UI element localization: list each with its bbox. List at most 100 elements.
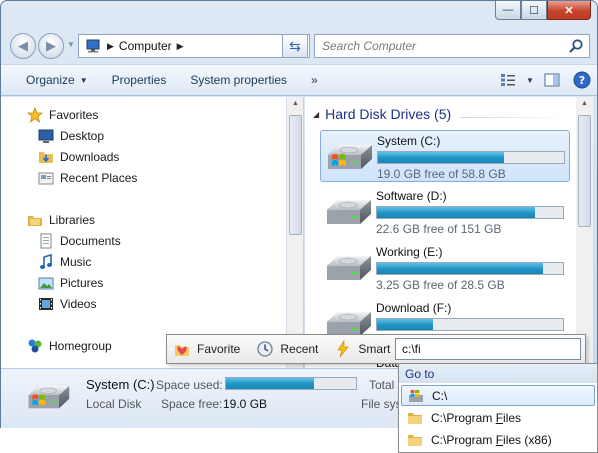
search-placeholder: Search Computer xyxy=(322,39,417,53)
sidebar-item-pictures[interactable]: Pictures xyxy=(38,273,103,293)
recent-pages-dropdown[interactable]: ▼ xyxy=(67,40,75,49)
drive-tile-system-c[interactable]: System (C:) 19.0 GB free of 58.8 GB xyxy=(320,130,570,182)
organize-menu[interactable]: Organize ▼ xyxy=(1,68,100,92)
sidebar-item-libraries[interactable]: Libraries xyxy=(27,210,95,230)
address-bar[interactable]: ▶ Computer ▶ ▼ xyxy=(78,34,310,58)
group-divider xyxy=(460,117,570,118)
drive-name: Download (F:) xyxy=(376,301,452,315)
sidebar-label-homegroup: Homegroup xyxy=(49,339,112,353)
scroll-up-icon[interactable]: ▲ xyxy=(581,100,588,107)
drive-usage-bar xyxy=(376,318,564,331)
sidebar-label-music: Music xyxy=(60,255,92,269)
goto-item-suffix: iles (x86) xyxy=(503,432,552,447)
lightning-icon xyxy=(337,340,350,358)
drive-free-space: 19.0 GB free of 58.8 GB xyxy=(377,167,506,181)
details-space-free-label: Space free: xyxy=(161,397,223,411)
forward-arrow-icon: ▶ xyxy=(46,38,56,53)
breadcrumb-separator-icon[interactable]: ▶ xyxy=(107,41,114,52)
view-options-dropdown[interactable]: ▼ xyxy=(523,69,537,91)
heart-folder-icon xyxy=(175,345,189,356)
search-input[interactable]: Search Computer xyxy=(314,34,590,58)
sidebar-item-desktop[interactable]: Desktop xyxy=(38,126,104,146)
sidebar-item-downloads[interactable]: Downloads xyxy=(38,147,119,167)
computer-icon xyxy=(86,39,100,53)
sidebar-item-homegroup[interactable]: Homegroup xyxy=(27,336,112,356)
details-drive-type: Local Disk xyxy=(86,397,142,411)
sidebar-item-documents[interactable]: Documents xyxy=(38,231,121,251)
view-icon xyxy=(501,74,515,86)
more-commands-button[interactable]: » xyxy=(299,68,330,92)
maximize-button[interactable]: ☐ xyxy=(521,1,547,20)
sidebar-label-recent-places: Recent Places xyxy=(60,171,138,185)
drive-name: Software (D:) xyxy=(376,189,447,203)
help-button[interactable]: ? xyxy=(567,69,597,91)
hard-drive-icon xyxy=(324,252,374,286)
breadcrumb-separator-icon[interactable]: ▶ xyxy=(177,41,184,52)
refresh-button[interactable]: ⇆ xyxy=(282,34,308,58)
chevron-down-icon: ▼ xyxy=(526,75,534,85)
favorite-button[interactable]: Favorite xyxy=(173,340,250,358)
scroll-up-icon[interactable]: ▲ xyxy=(292,100,299,107)
drive-name: System (C:) xyxy=(377,134,441,148)
back-button[interactable]: ◀ xyxy=(10,33,36,59)
sidebar-item-music[interactable]: Music xyxy=(38,252,91,272)
pictures-icon xyxy=(38,277,54,290)
sidebar-item-videos[interactable]: Videos xyxy=(38,294,96,314)
change-view-button[interactable] xyxy=(493,69,523,91)
scrollbar-thumb[interactable] xyxy=(578,115,591,227)
recent-label: Recent xyxy=(280,342,319,356)
goto-item-prefix: C:\Program xyxy=(431,410,496,425)
details-usage-bar xyxy=(225,377,357,390)
path-input[interactable]: c:\fi xyxy=(395,338,581,360)
goto-item-program-files[interactable]: C:\Program Files xyxy=(401,407,595,428)
breadcrumb-computer[interactable]: Computer xyxy=(119,39,172,53)
hard-drive-windows-icon xyxy=(325,141,375,175)
search-icon[interactable] xyxy=(568,38,584,54)
sidebar-item-recent-places[interactable]: Recent Places xyxy=(38,168,137,188)
close-button[interactable]: ✕ xyxy=(547,1,591,20)
minimize-button[interactable]: — xyxy=(495,1,521,20)
hard-drive-icon xyxy=(324,196,374,230)
sidebar-label-pictures: Pictures xyxy=(60,276,104,290)
details-total-label: Total xyxy=(369,378,395,392)
desktop-icon xyxy=(38,129,54,143)
recent-button[interactable]: Recent xyxy=(256,340,328,358)
sidebar-label-desktop: Desktop xyxy=(60,129,105,143)
goto-item-program-files-x86[interactable]: C:\Program Files (x86) xyxy=(401,429,595,450)
goto-item-c-root[interactable]: C:\ xyxy=(401,385,595,406)
properties-button[interactable]: Properties xyxy=(100,68,179,92)
forward-button[interactable]: ▶ xyxy=(38,33,64,59)
help-icon: ? xyxy=(573,71,591,89)
collapse-triangle-icon[interactable]: ◢ xyxy=(313,110,319,119)
navigation-pane: Favorites Desktop Downloads Recent Place… xyxy=(1,97,287,368)
preview-pane-button[interactable] xyxy=(537,69,567,91)
details-space-free-value: 19.0 GB xyxy=(223,397,268,411)
sidebar-item-favorites[interactable]: Favorites xyxy=(27,105,98,125)
drive-tile-software-d[interactable]: Software (D:) 22.6 GB free of 151 GB xyxy=(320,186,570,238)
group-header-hard-disk-drives[interactable]: ◢ Hard Disk Drives (5) xyxy=(305,106,451,122)
drive-usage-bar xyxy=(376,206,564,219)
homegroup-icon xyxy=(28,339,42,353)
back-arrow-icon: ◀ xyxy=(18,38,28,53)
goto-item-underlined: F xyxy=(495,432,504,447)
system-properties-button[interactable]: System properties xyxy=(178,68,299,92)
quick-path-bar: Favorite Recent Smart c:\fi xyxy=(166,334,586,364)
windows-drive-icon xyxy=(409,389,423,402)
goto-item-prefix: C:\ xyxy=(432,388,448,403)
hard-drive-windows-icon xyxy=(26,382,72,414)
film-strip-icon xyxy=(39,298,53,310)
preview-pane-icon xyxy=(544,73,560,87)
smart-button[interactable]: Smart xyxy=(334,340,400,358)
refresh-icon: ⇆ xyxy=(289,37,301,54)
scrollbar-thumb[interactable] xyxy=(289,115,302,235)
svg-text:?: ? xyxy=(579,74,585,87)
folder-icon xyxy=(407,411,423,425)
goto-item-prefix: C:\Program xyxy=(431,432,496,447)
music-note-icon xyxy=(40,254,52,269)
documents-icon xyxy=(40,233,52,249)
sidebar-label-documents: Documents xyxy=(60,234,121,248)
navigation-pane-scrollbar[interactable]: ▲ xyxy=(287,97,304,368)
drive-free-space: 3.25 GB free of 28.5 GB xyxy=(376,278,505,292)
drive-tile-working-e[interactable]: Working (E:) 3.25 GB free of 28.5 GB xyxy=(320,242,570,294)
content-pane-scrollbar[interactable]: ▲ xyxy=(576,97,593,368)
